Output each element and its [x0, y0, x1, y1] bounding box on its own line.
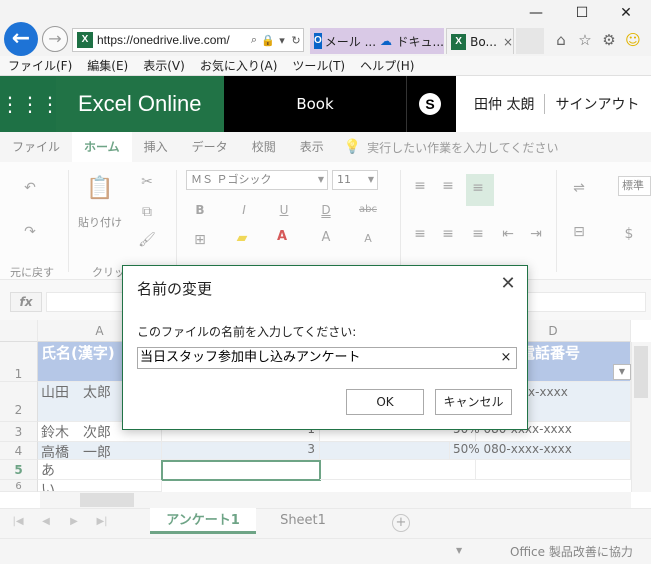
menu-tools[interactable]: ツール(T): [292, 57, 345, 74]
onedrive-cloud-icon: ☁: [380, 34, 392, 48]
dropdown-icon[interactable]: ▾: [275, 34, 289, 47]
app-launcher-waffle-icon[interactable]: ⋮⋮⋮: [0, 76, 60, 132]
ok-button[interactable]: OK: [346, 389, 424, 415]
excel-tab-icon: X: [451, 33, 467, 50]
favorites-star-icon[interactable]: ☆: [574, 30, 596, 50]
outlook-icon: O: [314, 33, 322, 49]
browser-tab-documents[interactable]: ☁ ドキュ...: [376, 28, 444, 54]
browser-menu-bar: ファイル(F) 編集(E) 表示(V) お気に入り(A) ツール(T) ヘルプ(…: [0, 56, 651, 76]
address-bar[interactable]: X https://onedrive.live.com/ ⌕ 🔒 ▾ ↻: [72, 28, 304, 52]
document-title[interactable]: Book: [224, 76, 406, 132]
url-text[interactable]: https://onedrive.live.com/: [97, 33, 247, 47]
tab-label: ドキュ...: [396, 34, 444, 49]
menu-file[interactable]: ファイル(F): [8, 57, 72, 74]
menu-help[interactable]: ヘルプ(H): [360, 57, 414, 74]
new-tab-button[interactable]: [516, 28, 544, 54]
feedback-smiley-icon[interactable]: ☺: [622, 30, 644, 50]
home-icon[interactable]: ⌂: [550, 30, 572, 50]
cancel-button[interactable]: キャンセル: [435, 389, 512, 415]
dialog-title: 名前の変更: [137, 280, 213, 298]
window-close-button[interactable]: ✕: [606, 2, 646, 24]
dialog-prompt: このファイルの名前を入力してください:: [137, 325, 357, 339]
lock-icon[interactable]: 🔒: [261, 34, 275, 47]
menu-view[interactable]: 表示(V): [143, 57, 185, 74]
user-name[interactable]: 田仲 太朗: [456, 94, 546, 114]
tab-close-icon[interactable]: ×: [503, 35, 513, 49]
tab-label: メール ...: [324, 34, 376, 49]
tab-label: Bo...: [470, 34, 497, 49]
settings-gear-icon[interactable]: ⚙: [598, 30, 620, 50]
file-name-input[interactable]: 当日スタッフ参加申し込みアンケート: [137, 347, 517, 369]
sign-out-link[interactable]: サインアウト: [545, 94, 639, 114]
maximize-button[interactable]: ☐: [562, 2, 602, 24]
back-button[interactable]: ←: [4, 22, 38, 56]
forward-button[interactable]: →: [42, 26, 68, 52]
dialog-close-icon[interactable]: ✕: [498, 274, 518, 294]
clear-input-icon[interactable]: ×: [497, 349, 515, 367]
user-area: 田仲 太朗 サインアウト: [456, 76, 651, 132]
refresh-icon[interactable]: ↻: [289, 34, 303, 47]
browser-tab-book[interactable]: X Bo... ×: [446, 28, 514, 54]
browser-tab-mail[interactable]: O メール ...: [310, 28, 376, 54]
excel-favicon-icon: X: [77, 32, 93, 48]
skype-icon[interactable]: S: [419, 93, 441, 115]
app-name[interactable]: Excel Online: [56, 76, 224, 132]
search-icon[interactable]: ⌕: [247, 34, 261, 47]
menu-favorites[interactable]: お気に入り(A): [200, 57, 278, 74]
minimize-button[interactable]: —: [516, 2, 556, 24]
menu-edit[interactable]: 編集(E): [87, 57, 128, 74]
